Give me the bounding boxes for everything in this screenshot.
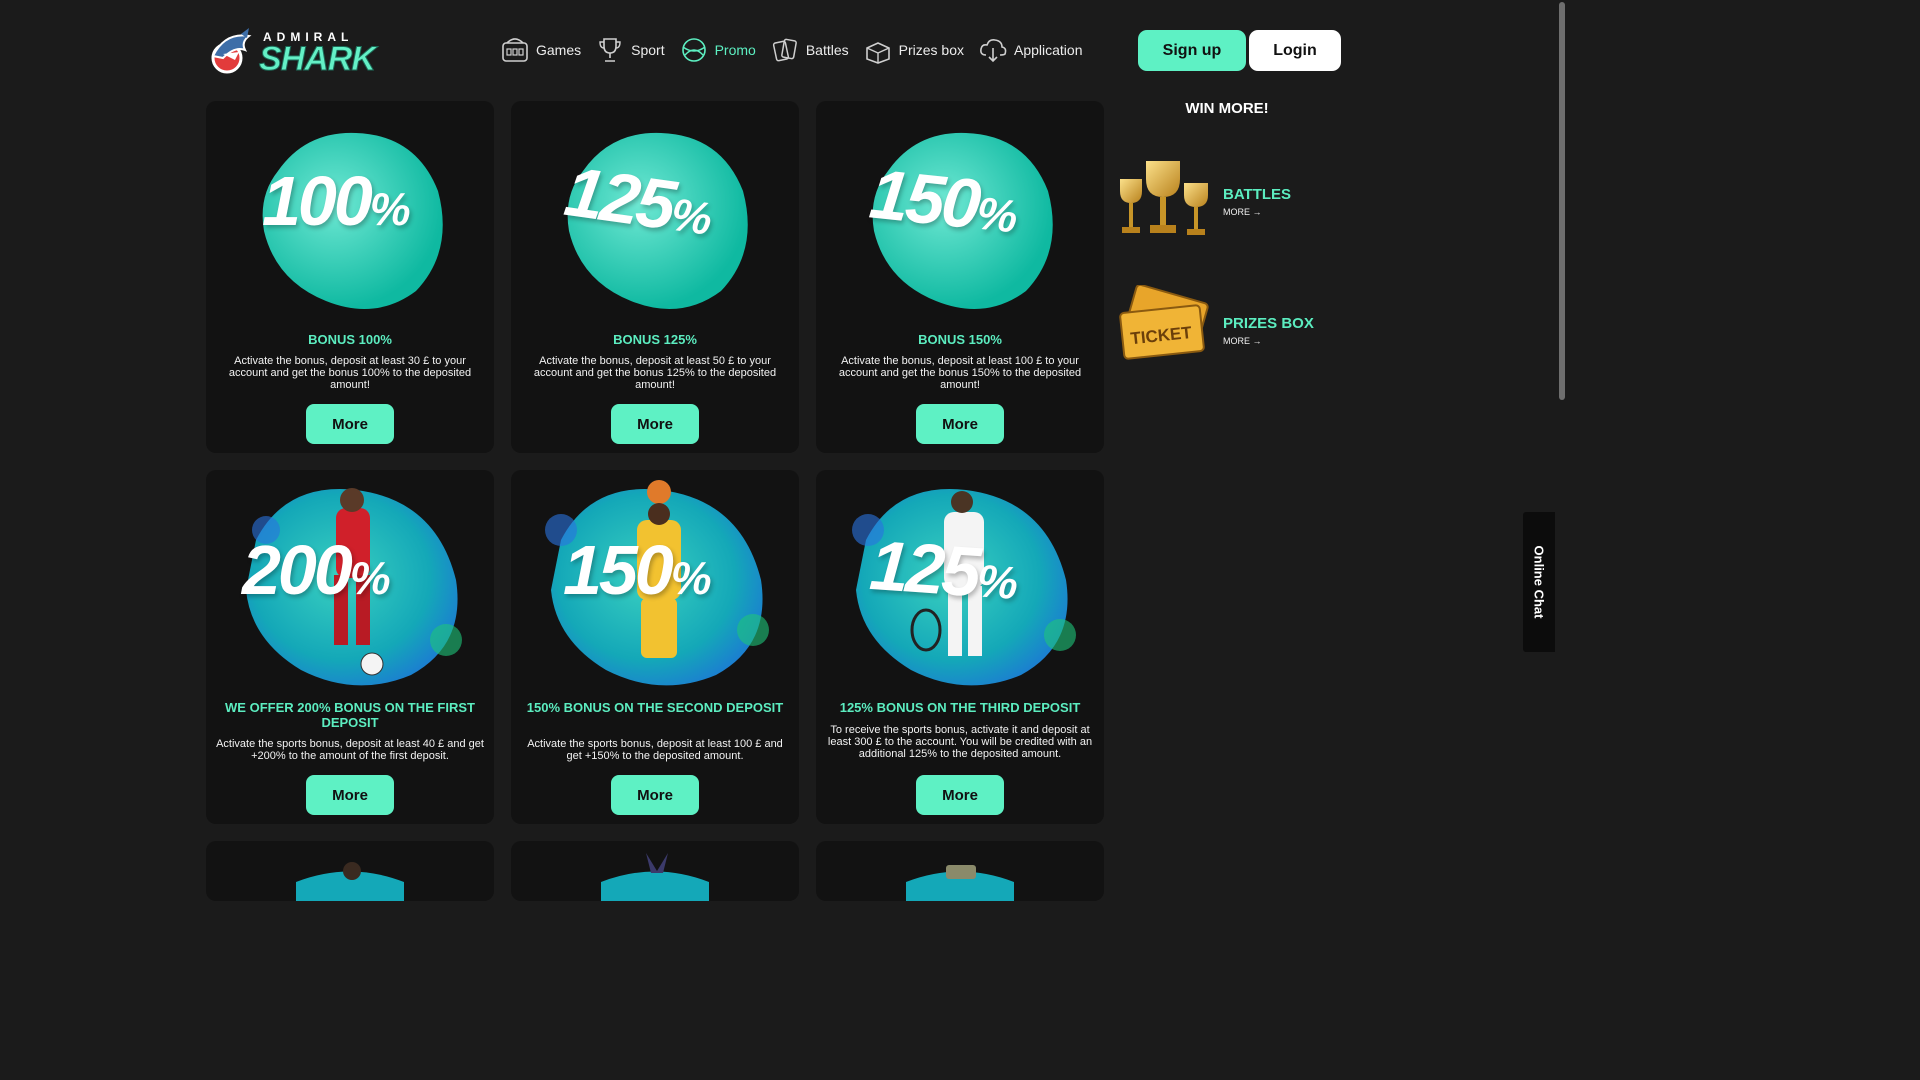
- card-title: BONUS 100%: [308, 332, 392, 347]
- more-button[interactable]: More: [306, 775, 394, 815]
- online-chat-tab[interactable]: Online Chat: [1523, 512, 1555, 652]
- promo-card: 150% BONUS 150% Activate the bonus, depo…: [816, 101, 1104, 453]
- more-button[interactable]: More: [916, 775, 1004, 815]
- more-button[interactable]: More: [306, 404, 394, 444]
- card-title: 125% BONUS ON THE THIRD DEPOSIT: [839, 700, 1081, 715]
- sidebar-item-battles[interactable]: BATTLES MORE →: [1116, 155, 1336, 245]
- nav-games[interactable]: Games: [500, 34, 581, 66]
- card-art-partial: [296, 862, 404, 901]
- download-cloud-icon: [980, 39, 1007, 63]
- card-description: Activate the bonus, deposit at least 30 …: [228, 355, 472, 391]
- nav-games-label: Games: [536, 42, 582, 58]
- promo-card: 150% 150% BONUS ON THE SECOND DEPOSIT Ac…: [511, 470, 799, 824]
- scrollbar[interactable]: [1556, 0, 1568, 882]
- card-description: Activate the bonus, deposit at least 100…: [838, 355, 1082, 391]
- card-art-partial: [906, 865, 1014, 901]
- promo-card: [206, 841, 494, 901]
- more-link[interactable]: MORE →: [1223, 207, 1262, 217]
- more-button[interactable]: More: [611, 775, 699, 815]
- bonus-percent: 100%: [262, 162, 411, 240]
- bonus-percent: 200%: [242, 531, 391, 609]
- slot-machine-icon: [502, 38, 528, 62]
- scrollbar-thumb[interactable]: [1559, 2, 1565, 400]
- card-description: Activate the sports bonus, deposit at le…: [527, 738, 783, 762]
- sidebar-item-label: BATTLES: [1223, 186, 1292, 203]
- main-nav: Games Sport Promo Battles Prizes box App…: [500, 34, 1083, 66]
- nav-sport-label: Sport: [631, 42, 665, 58]
- login-button[interactable]: Login: [1249, 30, 1341, 71]
- sidebar-item-prizes-box[interactable]: TICKET PRIZES BOX MORE →: [1116, 285, 1336, 375]
- promo-card: [816, 841, 1104, 901]
- promo-card: 125% BONUS 125% Activate the bonus, depo…: [511, 101, 799, 453]
- promo-card: [511, 841, 799, 901]
- site-logo[interactable]: ADMIRAL SHARK: [205, 26, 376, 78]
- nav-sport[interactable]: Sport: [595, 34, 665, 66]
- shark-mascot-icon: [211, 28, 252, 74]
- logo-main-text: SHARK: [259, 40, 377, 78]
- nav-application-label: Application: [1014, 42, 1083, 58]
- nav-prizes-box[interactable]: Prizes box: [863, 34, 964, 66]
- more-button[interactable]: More: [611, 404, 699, 444]
- card-title: 150% BONUS ON THE SECOND DEPOSIT: [526, 700, 784, 715]
- promo-card: 100% BONUS 100% Activate the bonus, depo…: [206, 101, 494, 453]
- nav-prizes-box-label: Prizes box: [898, 42, 964, 58]
- promo-ribbon-icon: [681, 38, 706, 62]
- win-more-title: WIN MORE!: [1185, 100, 1269, 117]
- nav-battles[interactable]: Battles: [770, 34, 849, 66]
- card-description: To receive the sports bonus, activate it…: [827, 724, 1093, 760]
- signup-button[interactable]: Sign up: [1138, 30, 1246, 71]
- nav-promo-label: Promo: [714, 42, 756, 58]
- trophies-icon: [1120, 161, 1208, 235]
- sidebar-item-label: PRIZES BOX: [1223, 315, 1314, 332]
- chest-icon: [865, 42, 890, 64]
- nav-application[interactable]: Application: [978, 34, 1083, 66]
- card-description: Activate the sports bonus, deposit at le…: [216, 738, 484, 762]
- card-title: WE OFFER 200% BONUS ON THE FIRST DEPOSIT: [225, 700, 475, 730]
- card-title: BONUS 125%: [613, 332, 697, 347]
- tickets-icon: TICKET: [1119, 285, 1209, 360]
- nav-promo[interactable]: Promo: [679, 34, 756, 66]
- card-art-partial: [601, 853, 709, 901]
- promo-card: 125% 125% BONUS ON THE THIRD DEPOSIT To …: [816, 470, 1104, 824]
- card-description: Activate the bonus, deposit at least 50 …: [533, 355, 777, 391]
- bonus-percent: 125%: [867, 525, 1020, 612]
- bonus-percent: 150%: [866, 154, 1021, 244]
- card-title: BONUS 150%: [918, 332, 1002, 347]
- more-button[interactable]: More: [916, 404, 1004, 444]
- trophy-icon: [599, 38, 621, 62]
- bonus-percent: 150%: [563, 531, 712, 609]
- promo-card: 200% WE OFFER 200% BONUS ON THE FIRST DE…: [206, 470, 494, 824]
- more-link[interactable]: MORE →: [1223, 336, 1262, 346]
- online-chat-label: Online Chat: [1531, 545, 1547, 619]
- cards-icon: [772, 38, 797, 62]
- nav-battles-label: Battles: [805, 42, 849, 58]
